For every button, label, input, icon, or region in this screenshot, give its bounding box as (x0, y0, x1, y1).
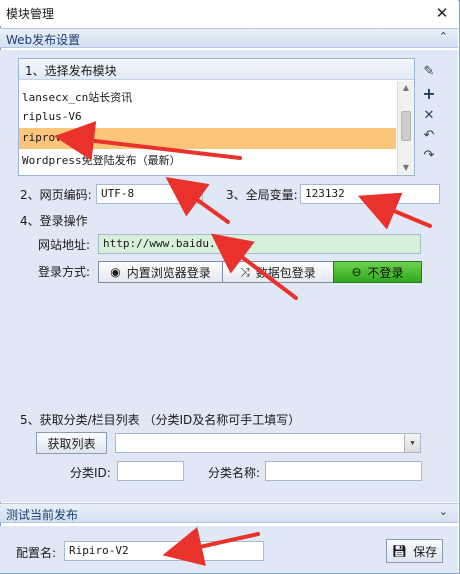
encoding-label: 2、网页编码: (20, 188, 92, 202)
packet-login-button[interactable]: ⤨ 数据包登录 (222, 261, 334, 283)
config-name-input[interactable]: Ripiro-V2 (64, 541, 264, 561)
site-url-label: 网站地址: (38, 238, 91, 252)
global-var-value: 123132 (305, 187, 345, 200)
login-method-label: 登录方式: (38, 265, 91, 279)
web-settings-header[interactable]: Web发布设置 ⌃ (0, 28, 458, 48)
global-var-label: 3、全局变量: (226, 188, 298, 202)
title-bar: 模块管理 ✕ (0, 0, 458, 26)
test-publish-title: 测试当前发布 (6, 508, 79, 522)
encoding-value: UTF-8 (101, 187, 135, 200)
category-id-input[interactable] (117, 461, 184, 481)
module-list-item[interactable]: lansecx_cn站长资讯 (19, 86, 396, 107)
builtin-browser-login-button[interactable]: ◉ 内置浏览器登录 (98, 261, 223, 283)
config-name-label: 配置名: (16, 546, 57, 560)
module-list-item-selected[interactable]: riprov2 (19, 128, 396, 149)
site-url-input[interactable]: http://www.baidu.com (98, 234, 421, 254)
category-select-value (116, 434, 404, 452)
login-section-label: 4、登录操作 (20, 214, 88, 228)
module-list-title: 1、选择发布模块 (25, 64, 117, 78)
config-name-value: Ripiro-V2 (69, 544, 129, 557)
module-list-scrollbar[interactable]: ▲ ▼ (397, 81, 414, 175)
scroll-up-icon[interactable]: ▲ (398, 81, 414, 95)
save-icon: 💾︎ (391, 544, 408, 558)
category-select[interactable]: ▼ (115, 433, 421, 453)
no-login-button[interactable]: ⊖ 不登录 (333, 261, 422, 283)
expand-chevron-icon: ⌄ (438, 505, 448, 518)
category-section-label: 5、获取分类/栏目列表 （分类ID及名称可手工填写） (20, 413, 301, 427)
global-var-input[interactable]: 123132 (300, 184, 440, 204)
module-list-header: 1、选择发布模块 (19, 59, 414, 80)
module-toolbar: ✎ + ✕ ↶ ↷ (416, 58, 442, 176)
dropdown-arrow-icon[interactable]: ▼ (186, 185, 202, 203)
module-list-item[interactable]: riplus-V6 (19, 107, 396, 128)
shuffle-icon: ⤨ (240, 264, 250, 279)
close-button[interactable]: ✕ (432, 3, 452, 23)
dropdown-arrow-icon[interactable]: ▼ (404, 434, 420, 452)
module-list: 1、选择发布模块 lansecx_cn站长资讯 riplus-V6 riprov… (18, 58, 415, 176)
undo-icon[interactable]: ↶ (420, 126, 438, 144)
encoding-select[interactable]: UTF-8 ▼ (96, 184, 203, 204)
scroll-down-icon[interactable]: ▼ (398, 161, 414, 175)
no-entry-icon: ⊖ (351, 265, 362, 279)
module-list-item[interactable]: Wordpress免登陆发布（最新） (19, 149, 396, 170)
collapse-chevron-icon: ⌃ (438, 30, 448, 43)
web-settings-title: Web发布设置 (6, 33, 81, 47)
redo-icon[interactable]: ↷ (420, 146, 438, 164)
fetch-list-button[interactable]: 获取列表 (36, 432, 107, 454)
globe-icon: ◉ (110, 265, 121, 279)
site-url-value: http://www.baidu.com (103, 237, 236, 250)
test-publish-header[interactable]: 测试当前发布 ⌄ (0, 503, 458, 523)
edit-icon[interactable]: ✎ (420, 62, 438, 80)
save-button[interactable]: 💾︎ 保存 (386, 539, 443, 563)
window-title: 模块管理 (6, 7, 55, 21)
category-name-input[interactable] (265, 461, 422, 481)
category-name-label: 分类名称: (208, 466, 261, 480)
close-icon: ✕ (435, 4, 449, 22)
delete-icon[interactable]: ✕ (420, 106, 438, 124)
add-icon[interactable]: + (420, 84, 438, 103)
category-id-label: 分类ID: (70, 466, 111, 480)
scroll-thumb[interactable] (401, 111, 411, 141)
